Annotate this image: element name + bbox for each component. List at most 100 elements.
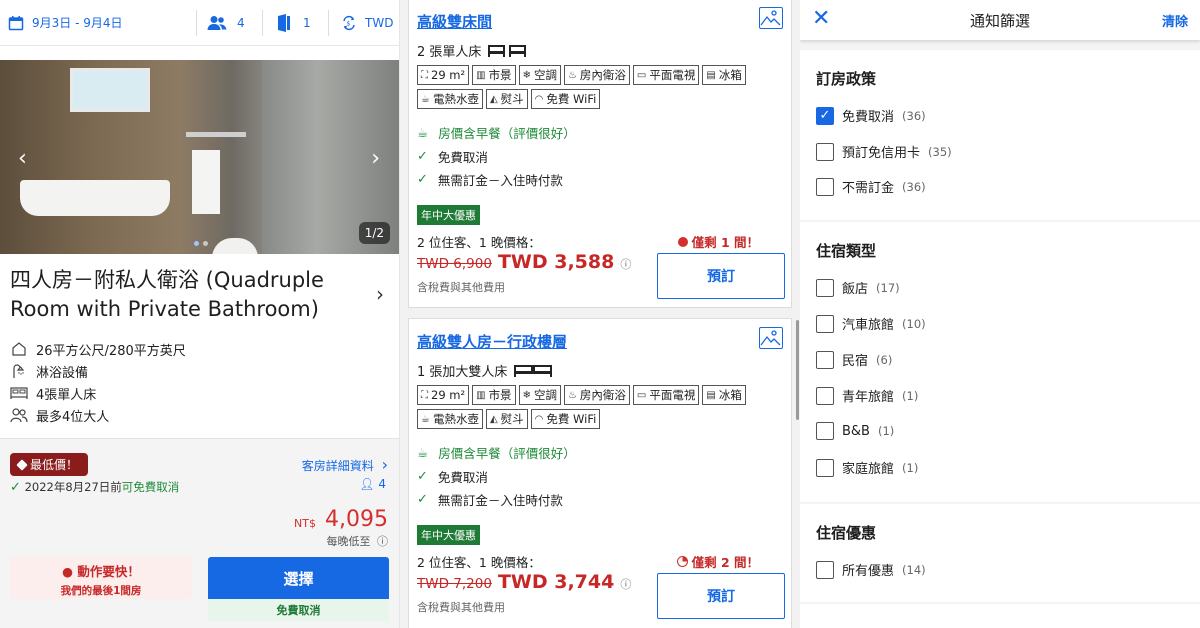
filter-panel: ✕ 通知篩選 清除 訂房政策 ✓ 免費取消 (36) 預訂免信用卡 (35) 不… [800, 0, 1200, 628]
filter-hotel[interactable]: 飯店 (17) [816, 278, 900, 297]
price-amount: 4,095 [325, 507, 388, 532]
filter-section-property-type: 住宿類型 飯店 (17) 汽車旅館 (10) 民宿 (6) 青年旅館 (1) B… [800, 222, 1200, 502]
book-button[interactable]: 預訂 [657, 573, 785, 619]
people-icon [10, 407, 28, 423]
room-photo-carousel[interactable]: ‹ › 1/2 [0, 60, 399, 254]
original-price: TWD 7,200 [417, 576, 492, 592]
free-cancel-feature: ✓ 免費取消 [417, 469, 488, 485]
filter-guesthouse[interactable]: 民宿 (6) [816, 350, 892, 369]
room-title[interactable]: 四人房－附私人衛浴 (Quadruple Room with Private B… [10, 266, 360, 324]
checkbox[interactable] [816, 314, 834, 333]
filter-no-credit-card[interactable]: 預訂免信用卡 (35) [816, 142, 952, 161]
twin-bed-icon [488, 44, 527, 57]
guests-selector[interactable]: 4 [196, 9, 262, 36]
carousel-prev-icon[interactable]: ‹ [18, 146, 27, 171]
lowest-price-badge: 最低價！ [10, 453, 89, 476]
chip-private-bath: ♨ 房內衛浴 [563, 385, 630, 405]
checkbox[interactable] [816, 177, 834, 196]
chip-fridge: ▤ 冰箱 [702, 65, 746, 85]
chip-fridge: ▤ 冰箱 [702, 385, 746, 405]
alert-icon: ● [62, 564, 74, 579]
chip-iron: ◭ 熨斗 [485, 409, 528, 429]
free-cancel-label: 免費取消 [208, 599, 389, 621]
wifi-icon: ◠ [534, 413, 544, 425]
currency-selector[interactable]: $ TWD [328, 9, 399, 36]
price-row: TWD 6,900 TWD 3,588 ⓘ [417, 251, 631, 273]
filter-all-deals[interactable]: 所有優惠 (14) [816, 560, 926, 579]
chip-wifi: ◠ 免費 WiFi [530, 89, 601, 109]
free-cancel-feature: ✓ 免費取消 [417, 149, 488, 165]
checkbox[interactable] [816, 142, 834, 161]
info-icon[interactable]: ⓘ [620, 576, 631, 592]
info-icon[interactable]: ⓘ [377, 535, 388, 548]
tax-note: 含稅費與其他費用 [417, 601, 505, 614]
amenity-beds: 4張單人床 [10, 382, 186, 404]
section-title: 住宿類型 [816, 242, 877, 260]
check-icon: ✓ [417, 149, 428, 164]
check-icon: ✓ [417, 172, 428, 187]
checkbox[interactable] [816, 386, 834, 405]
area-icon: ⛶ [421, 69, 428, 81]
kettle-icon: ☕︎ [421, 413, 430, 425]
check-icon: ✓ [417, 492, 428, 507]
room-options-list: 高級雙床間 2 張單人床 ⛶ 29 m² ▥ 市景 ❄ 空調 ♨ 房內衛浴 ▭ 平面電視 … [400, 0, 800, 628]
no-deposit-feature: ✓ 無需訂金－入住時付款 [417, 172, 563, 188]
room-option-card: 高級雙床間 2 張單人床 ⛶ 29 m² ▥ 市景 ❄ 空調 ♨ 房內衛浴 ▭ 平面電視 … [408, 0, 792, 308]
filter-bnb[interactable]: B&B (1) [816, 422, 894, 440]
bathtub-icon: ♨ [567, 69, 577, 81]
checkbox[interactable] [816, 278, 834, 297]
rooms-selector[interactable]: 1 [262, 9, 328, 36]
filter-section-policy: 訂房政策 ✓ 免費取消 (36) 預訂免信用卡 (35) 不需訂金 (36) [800, 50, 1200, 220]
chip-iron: ◭ 熨斗 [485, 89, 528, 109]
checkbox[interactable] [816, 560, 834, 579]
book-button[interactable]: 預訂 [657, 253, 785, 299]
breakfast-included: ☕︎ 房價含早餐（評價很好） [417, 445, 576, 461]
filter-family-inn[interactable]: 家庭旅館 (1) [816, 458, 918, 477]
size-icon [10, 341, 28, 357]
section-title: 住宿優惠 [816, 524, 877, 542]
fridge-icon: ▤ [706, 69, 716, 81]
guests-count: 4 [237, 15, 245, 30]
carousel-next-icon[interactable]: › [371, 146, 380, 171]
alert-dot-icon [677, 236, 688, 247]
iron-icon: ◭ [489, 93, 498, 105]
checkbox[interactable] [816, 422, 834, 440]
guests-icon [207, 15, 227, 30]
king-bed-icon [514, 364, 553, 377]
chevron-right-icon[interactable]: › [376, 282, 384, 306]
photo-gallery-icon[interactable] [759, 7, 783, 29]
filter-no-deposit[interactable]: 不需訂金 (36) [816, 177, 926, 196]
photo-gallery-icon[interactable] [759, 327, 783, 349]
scrollbar[interactable] [796, 320, 799, 420]
info-icon[interactable]: ⓘ [620, 256, 631, 272]
filter-motel[interactable]: 汽車旅館 (10) [816, 314, 926, 333]
iron-icon: ◭ [489, 413, 498, 425]
checkbox[interactable] [816, 458, 834, 477]
dates-selector[interactable]: 9月3日 - 9月4日 [0, 0, 196, 45]
clear-filters-button[interactable]: 清除 [1162, 11, 1188, 30]
room-guest-count: 👤︎ 4 [359, 477, 386, 491]
snowflake-icon: ❄ [522, 389, 531, 401]
rooms-left-warning: 僅剩 1 間！ [677, 232, 759, 251]
shower-icon [10, 363, 28, 379]
select-room-button[interactable]: 選擇 [208, 557, 389, 599]
promo-badge: 年中大優惠 [417, 525, 480, 545]
tax-note: 含稅費與其他費用 [417, 281, 505, 294]
filter-hostel[interactable]: 青年旅館 (1) [816, 386, 918, 405]
checkbox[interactable] [816, 350, 834, 369]
facility-chips: ⛶ 29 m² ▥ 市景 ❄ 空調 ♨ 房內衛浴 ▭ 平面電視 ▤ 冰箱 ☕︎ 電熱水壺 ◭ 熨… [417, 385, 787, 429]
guests-nights-label: 2 位住客、1 晚價格： [417, 555, 541, 570]
room-amenities: 26平方公尺/280平方英尺 淋浴設備 4張單人床 最多4位大人 [10, 338, 186, 426]
chip-city-view: ▥ 市景 [472, 65, 516, 85]
fridge-icon: ▤ [706, 389, 716, 401]
bed-config: 1 張加大雙人床 [417, 361, 553, 380]
filter-header: ✕ 通知篩選 清除 [800, 0, 1200, 40]
snowflake-icon: ❄ [522, 69, 531, 81]
person-icon: 👤︎ [359, 477, 375, 491]
filter-free-cancel[interactable]: ✓ 免費取消 (36) [816, 106, 926, 125]
room-option-title[interactable]: 高級雙床間 [417, 11, 492, 32]
building-icon: ▥ [476, 69, 486, 81]
room-option-title[interactable]: 高級雙人房－行政樓層 [417, 331, 567, 352]
checkbox-checked[interactable]: ✓ [816, 106, 834, 125]
room-details-link[interactable]: 客房詳細資料 › [302, 455, 388, 474]
